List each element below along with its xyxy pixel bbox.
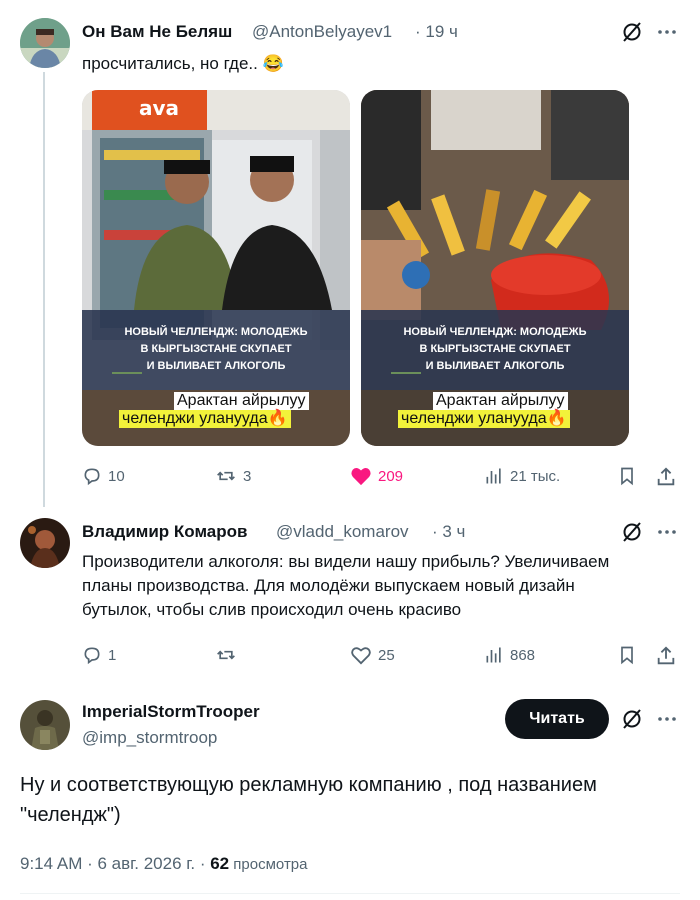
bookmark-icon[interactable]	[617, 466, 637, 491]
avatar[interactable]	[20, 700, 70, 750]
reply-count: 1	[108, 646, 117, 664]
views-label: просмотра	[229, 856, 308, 873]
author-name[interactable]: Владимир Комаров	[82, 522, 247, 542]
caption-line: В КЫРГЫЗСТАНЕ СКУПАЕТ	[419, 343, 571, 355]
share-icon[interactable]	[655, 466, 677, 493]
author-handle[interactable]: @imp_stormtroop	[82, 728, 217, 748]
views-button[interactable]: 21 тыс.	[484, 466, 560, 486]
subtitle-line-2: челенджи уланууда🔥	[119, 410, 291, 428]
reply-icon	[84, 647, 100, 665]
views-icon	[486, 468, 501, 484]
video-caption: НОВЫЙ ЧЕЛЛЕНДЖ: МОЛОДЕЖЬ В КЫРГЫЗСТАНЕ С…	[361, 324, 629, 375]
repost-button[interactable]	[215, 645, 243, 665]
caption-line: И ВЫЛИВАЕТ АЛКОГОЛЬ	[146, 360, 286, 372]
repost-icon	[217, 650, 235, 660]
post-text-line: планы производства. Для молодёжи выпуска…	[82, 576, 575, 595]
thread-line	[43, 72, 45, 507]
media-image-right[interactable]: НОВЫЙ ЧЕЛЛЕНДЖ: МОЛОДЕЖЬ В КЫРГЫЗСТАНЕ С…	[361, 90, 629, 446]
repost-count: 3	[243, 467, 252, 485]
media-image-left[interactable]: ava НОВЫЙ ЧЕЛЛЕНДЖ: МОЛОДЕЖЬ В КЫРГЫЗСТА…	[82, 90, 350, 446]
reply-count: 10	[108, 467, 125, 485]
video-caption: НОВЫЙ ЧЕЛЛЕНДЖ: МОЛОДЕЖЬ В КЫРГЫЗСТАНЕ С…	[82, 324, 350, 375]
avatar[interactable]	[20, 18, 70, 68]
subtitle-line-1: Арактан айрылуу	[174, 392, 309, 410]
like-count: 209	[378, 467, 404, 485]
heart-icon	[351, 468, 371, 486]
post-text-line: "челендж")	[20, 804, 121, 826]
post-time[interactable]: · 19 ч	[415, 22, 458, 42]
subtitle-line-2: челенджи уланууда🔥	[398, 410, 570, 428]
caption-line: НОВЫЙ ЧЕЛЛЕНДЖ: МОЛОДЕЖЬ	[403, 326, 587, 338]
grok-icon[interactable]	[620, 707, 644, 731]
caption-line: И ВЫЛИВАЕТ АЛКОГОЛЬ	[425, 360, 565, 372]
post-text: Ну и соответствующую рекламную компанию …	[20, 770, 597, 830]
timestamp-text[interactable]: 9:14 AM · 6 авг. 2026 г. ·	[20, 854, 210, 873]
store-logo: ava	[139, 96, 180, 120]
like-count: 25	[378, 646, 395, 664]
post-timestamp: 9:14 AM · 6 авг. 2026 г. · 62 просмотра	[20, 854, 308, 874]
post-time[interactable]: · 3 ч	[432, 522, 465, 542]
repost-icon	[217, 471, 235, 481]
reply-button[interactable]: 1	[82, 645, 116, 665]
grok-icon[interactable]	[620, 520, 644, 544]
author-handle[interactable]: @vladd_komarov	[276, 522, 409, 542]
post-text-line: Производители алкоголя: вы видели нашу п…	[82, 552, 610, 571]
author-name[interactable]: ImperialStormTrooper	[82, 702, 260, 722]
follow-button[interactable]: Читать	[505, 699, 609, 739]
post-text-line: Ну и соответствующую рекламную компанию …	[20, 774, 597, 796]
divider	[20, 893, 680, 894]
avatar[interactable]	[20, 518, 70, 568]
reply-icon	[84, 468, 100, 486]
reply-button[interactable]: 10	[82, 466, 125, 486]
more-icon[interactable]	[655, 520, 679, 544]
views-count: 21 тыс.	[510, 467, 561, 485]
more-icon[interactable]	[655, 707, 679, 731]
views-icon	[486, 647, 501, 663]
author-handle[interactable]: @AntonBelyayev1	[252, 22, 392, 42]
views-count: 868	[510, 646, 536, 664]
subtitle-line-1: Арактан айрылуу	[433, 392, 568, 410]
more-icon[interactable]	[655, 20, 679, 44]
author-name[interactable]: Он Вам Не Беляш	[82, 22, 232, 42]
repost-button[interactable]: 3	[215, 466, 251, 486]
caption-line: НОВЫЙ ЧЕЛЛЕНДЖ: МОЛОДЕЖЬ	[124, 326, 308, 338]
post-text: Производители алкоголя: вы видели нашу п…	[82, 550, 692, 622]
views-count: 62	[210, 854, 230, 873]
post-text: просчитались, но где.. 😂	[82, 54, 284, 73]
bookmark-icon[interactable]	[617, 645, 637, 670]
post-text-line: бутылок, чтобы слив происходил очень кра…	[82, 600, 462, 619]
like-button[interactable]: 25	[350, 645, 395, 665]
caption-line: В КЫРГЫЗСТАНЕ СКУПАЕТ	[140, 343, 292, 355]
share-icon[interactable]	[655, 645, 677, 672]
grok-icon[interactable]	[620, 20, 644, 44]
like-button[interactable]: 209	[350, 466, 403, 486]
heart-icon	[351, 647, 371, 665]
views-button[interactable]: 868	[484, 645, 535, 665]
